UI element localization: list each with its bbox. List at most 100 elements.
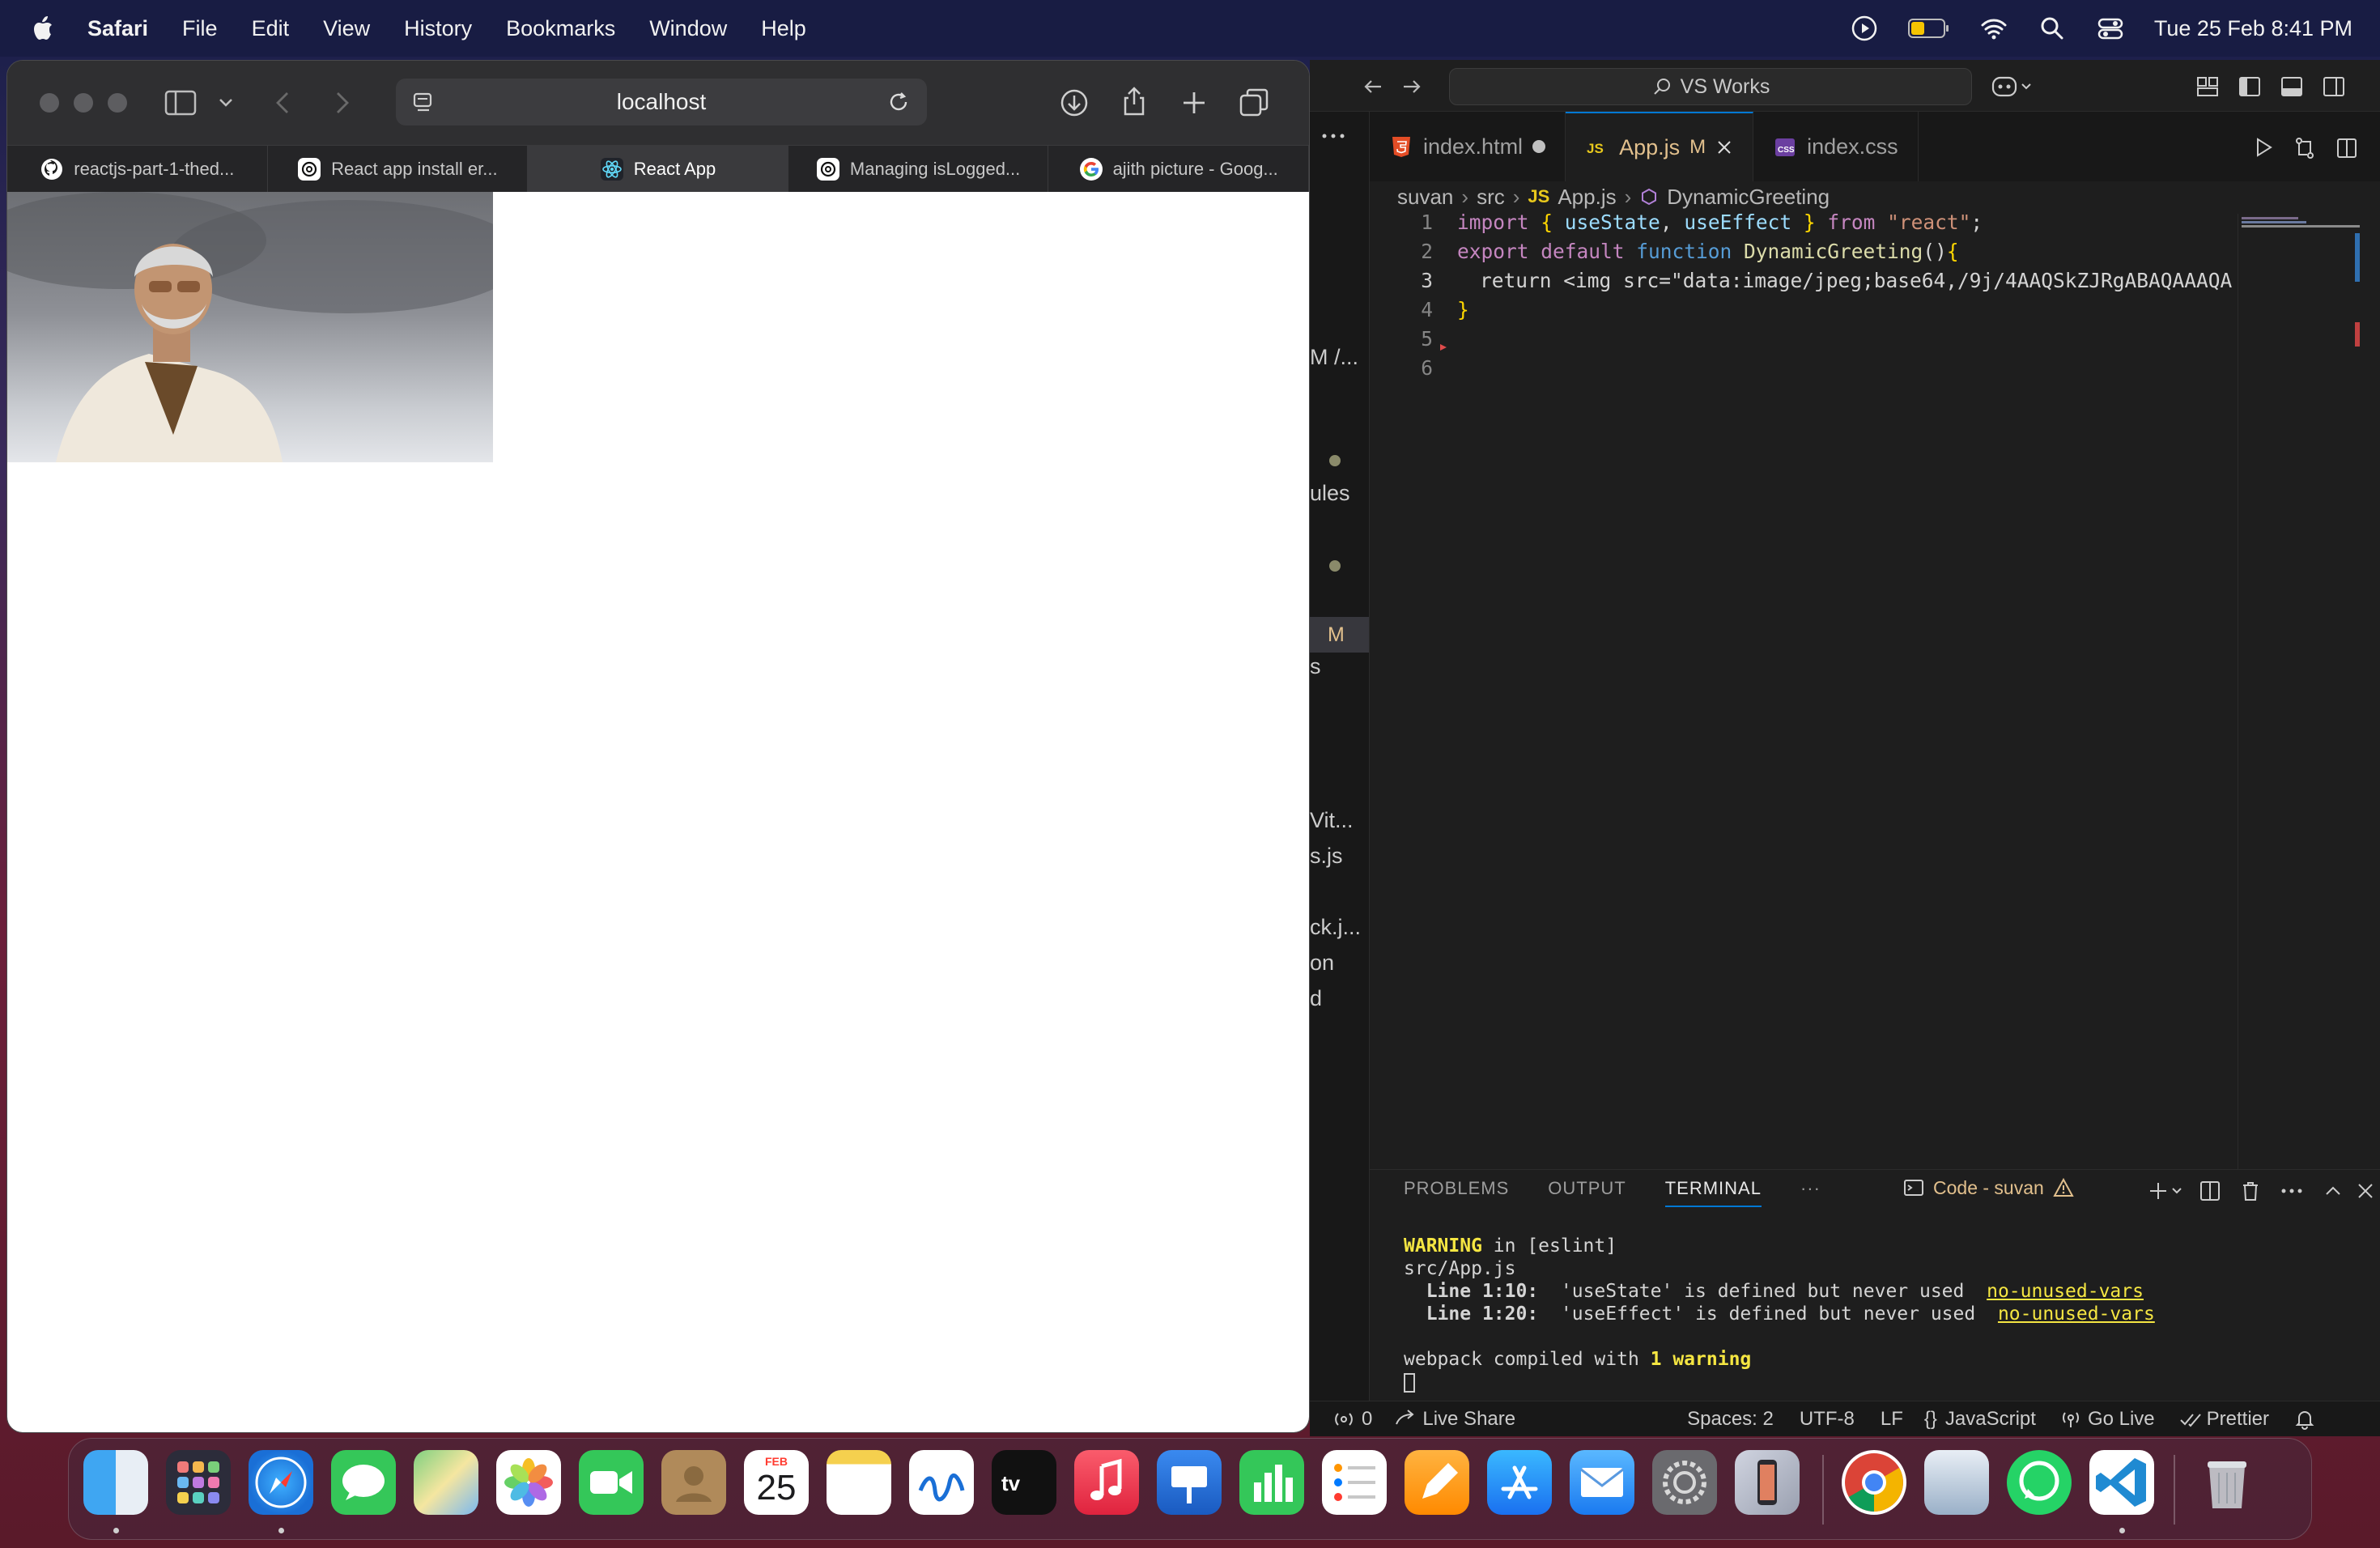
tab-react-install[interactable]: React app install er...	[268, 146, 529, 192]
new-tab-icon[interactable]	[1176, 85, 1212, 121]
tab-ajith-picture[interactable]: ajith picture - Goog...	[1048, 146, 1309, 192]
open-changes-icon[interactable]	[2293, 136, 2317, 160]
editor-tab-app-js[interactable]: JS App.js M	[1566, 112, 1754, 181]
menu-history[interactable]: History	[404, 16, 472, 41]
close-icon[interactable]	[1715, 138, 1733, 156]
notes-icon[interactable]	[827, 1450, 891, 1515]
editor-tab-index-css[interactable]: CSS index.css	[1753, 112, 1919, 181]
numbers-icon[interactable]	[1239, 1450, 1304, 1515]
terminal-output[interactable]: WARNING in [eslint] src/App.js Line 1:10…	[1404, 1235, 2359, 1393]
editor-tab-index-html[interactable]: index.html	[1370, 112, 1566, 181]
url-text[interactable]: localhost	[617, 89, 707, 115]
trash-icon[interactable]	[2239, 1180, 2262, 1202]
run-icon[interactable]	[2252, 136, 2275, 159]
minimize-window-button[interactable]	[74, 93, 93, 113]
bell-icon[interactable]	[2293, 1408, 2316, 1431]
split-terminal-icon[interactable]	[2199, 1180, 2221, 1202]
vscode-icon[interactable]	[2089, 1450, 2154, 1515]
contacts-icon[interactable]	[661, 1450, 726, 1515]
eol-status[interactable]: LF	[1881, 1408, 1903, 1431]
control-center-icon[interactable]	[2096, 14, 2125, 43]
indentation-status[interactable]: Spaces: 2	[1687, 1408, 1774, 1431]
tv-icon[interactable]: tv	[992, 1450, 1056, 1515]
command-center[interactable]: VS Works	[1449, 68, 1972, 105]
menu-view[interactable]: View	[323, 16, 370, 41]
now-playing-icon[interactable]	[1850, 14, 1879, 43]
menu-file[interactable]: File	[182, 16, 218, 41]
finder-icon[interactable]	[83, 1450, 148, 1515]
live-share-button[interactable]: Live Share	[1422, 1408, 1515, 1431]
pages-icon[interactable]	[1405, 1450, 1469, 1515]
menu-edit[interactable]: Edit	[252, 16, 290, 41]
spotlight-icon[interactable]	[2038, 14, 2067, 43]
minimap[interactable]	[2238, 214, 2360, 1223]
close-window-button[interactable]	[40, 93, 59, 113]
explorer-item-fragment[interactable]: on	[1310, 950, 1334, 976]
explorer-item-fragment[interactable]: s.js	[1310, 844, 1343, 869]
maps-icon[interactable]	[414, 1450, 478, 1515]
trash-icon[interactable]	[2195, 1450, 2259, 1515]
nav-forward-icon[interactable]	[1399, 74, 1423, 99]
photos-icon[interactable]	[496, 1450, 561, 1515]
downloads-icon[interactable]	[1056, 85, 1092, 121]
chevron-down-icon[interactable]	[215, 85, 237, 121]
preview-icon[interactable]	[1924, 1450, 1989, 1515]
terminal-selector[interactable]: Code - suvan	[1902, 1176, 2075, 1199]
messages-icon[interactable]	[331, 1450, 396, 1515]
toggle-panel-icon[interactable]	[2280, 74, 2304, 99]
battery-icon[interactable]	[1907, 18, 1950, 39]
sidebar-toggle-icon[interactable]	[163, 85, 198, 121]
new-terminal-icon[interactable]	[2148, 1180, 2186, 1202]
wifi-icon[interactable]	[1979, 14, 2008, 43]
explorer-item-fragment[interactable]: s	[1310, 654, 1321, 679]
prettier-status[interactable]: Prettier	[2207, 1408, 2269, 1431]
breadcrumb-item[interactable]: DynamicGreeting	[1667, 185, 1830, 210]
back-icon[interactable]	[266, 85, 302, 121]
ports-count[interactable]: 0	[1362, 1408, 1372, 1431]
music-icon[interactable]	[1074, 1450, 1139, 1515]
breadcrumb-item[interactable]: src	[1477, 185, 1505, 210]
more-actions-icon[interactable]	[1320, 130, 1347, 142]
go-live-button[interactable]: Go Live	[2088, 1408, 2155, 1431]
explorer-item-fragment[interactable]: ules	[1310, 481, 1350, 506]
menu-help[interactable]: Help	[761, 16, 806, 41]
explorer-item-fragment[interactable]: Vit...	[1310, 808, 1354, 833]
explorer-item-fragment[interactable]: M /...	[1310, 345, 1358, 370]
freeform-icon[interactable]	[909, 1450, 974, 1515]
address-bar[interactable]: localhost	[396, 79, 927, 125]
apple-menu-icon[interactable]	[28, 12, 60, 45]
toggle-secondary-sidebar-icon[interactable]	[2322, 74, 2346, 99]
share-icon[interactable]	[1116, 83, 1152, 119]
explorer-item-fragment[interactable]: ck.j...	[1310, 915, 1361, 940]
breadcrumb-item[interactable]: suvan	[1397, 185, 1453, 210]
menu-bookmarks[interactable]: Bookmarks	[506, 16, 615, 41]
menu-app-name[interactable]: Safari	[87, 16, 148, 41]
maximize-panel-icon[interactable]	[2322, 1180, 2344, 1202]
ports-icon[interactable]	[1332, 1408, 1355, 1431]
reminders-icon[interactable]	[1322, 1450, 1387, 1515]
more-icon[interactable]	[2280, 1186, 2304, 1196]
split-editor-icon[interactable]	[2335, 136, 2359, 160]
iphone-mirroring-icon[interactable]	[1735, 1450, 1800, 1515]
reload-icon[interactable]	[885, 88, 912, 116]
page-menu-icon[interactable]	[410, 89, 436, 115]
whatsapp-icon[interactable]	[2007, 1450, 2072, 1515]
panel-tab-output[interactable]: OUTPUT	[1548, 1178, 1626, 1207]
customize-layout-icon[interactable]	[2195, 74, 2220, 99]
menu-window[interactable]: Window	[649, 16, 727, 41]
system-settings-icon[interactable]	[1652, 1450, 1717, 1515]
panel-more-icon[interactable]: ···	[1800, 1178, 1821, 1207]
mail-icon[interactable]	[1570, 1450, 1634, 1515]
forward-icon[interactable]	[323, 85, 359, 121]
tab-managing-islogged[interactable]: Managing isLogged...	[788, 146, 1049, 192]
explorer-item-fragment[interactable]: d	[1310, 986, 1322, 1011]
encoding-status[interactable]: UTF-8	[1800, 1408, 1855, 1431]
close-panel-icon[interactable]	[2354, 1180, 2377, 1202]
facetime-icon[interactable]	[579, 1450, 644, 1515]
safari-app-icon[interactable]	[249, 1450, 313, 1515]
zoom-window-button[interactable]	[108, 93, 127, 113]
code-editor[interactable]: 1 import { useState, useEffect } from "r…	[1370, 211, 2293, 664]
tab-react-app[interactable]: React App	[528, 146, 788, 192]
menubar-clock[interactable]: Tue 25 Feb 8:41 PM	[2154, 16, 2352, 41]
breadcrumb-item[interactable]: App.js	[1558, 185, 1616, 210]
